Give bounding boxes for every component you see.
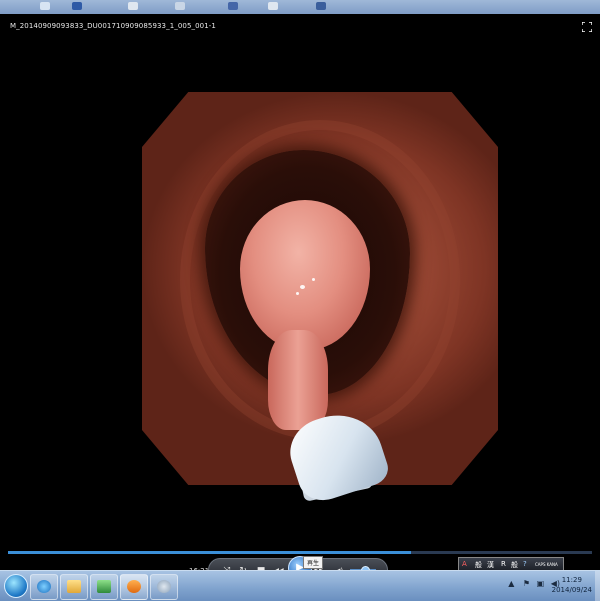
light-reflection	[300, 285, 305, 289]
play-tooltip: 再生	[303, 556, 324, 569]
polyp	[240, 200, 370, 350]
media-player-icon	[127, 580, 141, 593]
desktop-icon	[128, 2, 138, 10]
video-title: M_20140909093833_DU001710909085933_1_005…	[10, 22, 216, 30]
taskbar: ▲ ⚑ ▣ ◀) 11:29 2014/09/24	[0, 570, 600, 601]
internet-explorer-icon	[37, 580, 51, 593]
system-clock[interactable]: 11:29 2014/09/24	[552, 575, 592, 595]
desktop-icon	[72, 2, 82, 10]
desktop-icon	[175, 2, 185, 10]
taskbar-app-button[interactable]	[90, 574, 118, 600]
app-icon	[97, 580, 111, 593]
taskbar-media-player-button[interactable]	[120, 574, 148, 600]
show-desktop-button[interactable]	[595, 571, 600, 601]
ime-mode-r[interactable]: R	[501, 560, 506, 568]
desktop-icon	[268, 2, 278, 10]
folder-icon	[67, 580, 81, 593]
tray-arrow-icon[interactable]: ▲	[508, 579, 514, 588]
light-reflection	[296, 292, 299, 295]
seek-bar-progress	[8, 551, 411, 554]
desktop-icon	[228, 2, 238, 10]
seek-bar[interactable]	[8, 551, 592, 554]
ime-help-icon[interactable]: ?	[523, 560, 527, 568]
taskbar-ie-button[interactable]	[30, 574, 58, 600]
network-icon[interactable]: ▣	[537, 579, 545, 588]
ime-mode-input[interactable]: 般	[475, 560, 482, 570]
clock-date: 2014/09/24	[551, 586, 592, 594]
ime-mode-a[interactable]: A	[462, 560, 467, 568]
fullscreen-icon[interactable]	[582, 22, 592, 32]
flag-icon[interactable]: ⚑	[523, 579, 530, 588]
taskbar-explorer-button[interactable]	[60, 574, 88, 600]
ime-caps-kana: CAPS KANA	[535, 562, 558, 567]
ime-mode-kanji[interactable]: 漢	[487, 560, 494, 570]
app-icon	[157, 580, 171, 593]
taskbar-app2-button[interactable]	[150, 574, 178, 600]
desktop-top-strip	[0, 0, 600, 14]
start-button[interactable]	[4, 574, 28, 598]
desktop-icon	[316, 2, 326, 10]
light-reflection	[312, 278, 315, 281]
polyp-stalk	[268, 330, 328, 430]
ime-mode-general[interactable]: 般	[511, 560, 518, 570]
clock-time: 11:29	[561, 576, 582, 584]
desktop-icon	[40, 2, 50, 10]
